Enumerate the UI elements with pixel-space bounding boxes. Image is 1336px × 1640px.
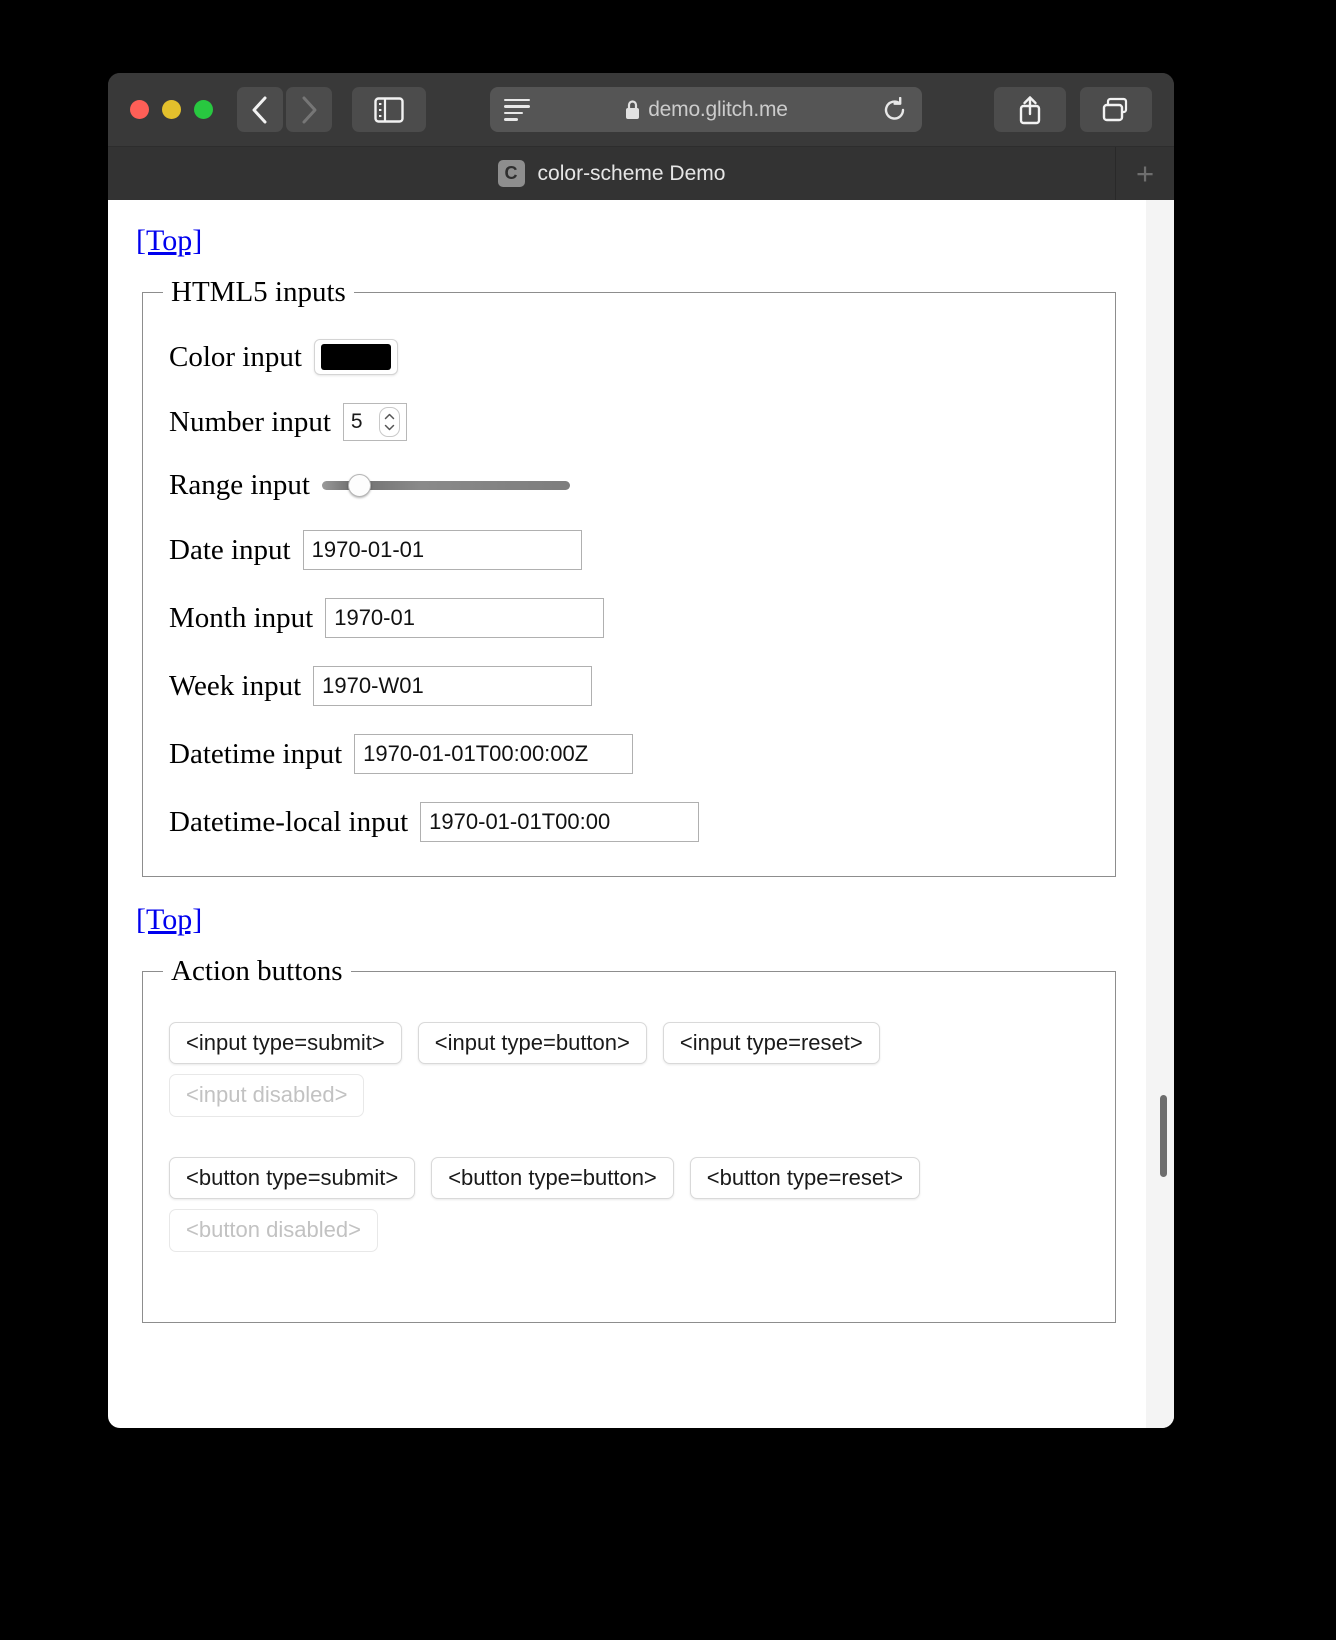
button-button-button[interactable]: <button type=button> [431, 1156, 674, 1200]
page-scrollbar-track[interactable] [1146, 200, 1174, 1428]
button-submit-button[interactable]: <button type=submit> [169, 1156, 416, 1200]
tab-color-scheme-demo[interactable]: C color-scheme Demo [108, 147, 1116, 200]
row-range-input: Range input [169, 469, 1089, 502]
new-tab-button[interactable]: + [1116, 147, 1174, 200]
number-input-value: 5 [350, 410, 363, 433]
row-color-input: Color input [169, 339, 1089, 375]
share-icon [1019, 95, 1041, 124]
row-week-input: Week input 1970-W01 [169, 666, 1089, 706]
row-datetime-input: Datetime input 1970-01-01T00:00:00Z [169, 734, 1089, 774]
label-color-input: Color input [169, 340, 302, 373]
month-input[interactable]: 1970-01 [325, 598, 605, 638]
back-button[interactable] [237, 87, 283, 132]
browser-toolbar: demo.glitch.me [108, 73, 1174, 146]
input-button-button[interactable]: <input type=button> [417, 1022, 647, 1065]
toolbar-right-buttons [994, 87, 1152, 132]
input-reset-button[interactable]: <input type=reset> [662, 1022, 880, 1065]
forward-button[interactable] [286, 87, 332, 132]
reload-icon[interactable] [882, 96, 908, 123]
label-range-input: Range input [169, 469, 310, 501]
date-input[interactable]: 1970-01-01 [302, 530, 582, 570]
address-bar[interactable]: demo.glitch.me [490, 87, 922, 132]
label-week-input: Week input [169, 669, 302, 702]
row-date-input: Date input 1970-01-01 [169, 530, 1089, 570]
button-disabled-button: <button disabled> [169, 1209, 378, 1252]
zoom-window-button[interactable] [194, 100, 213, 119]
number-spinner[interactable] [378, 407, 400, 437]
chevron-up-icon [384, 413, 395, 420]
tab-title: color-scheme Demo [537, 161, 726, 185]
page-content: [Top] HTML5 inputs Color input Number in… [108, 200, 1174, 1428]
sidebar-icon [374, 96, 404, 123]
week-input[interactable]: 1970-W01 [313, 666, 593, 706]
toggle-sidebar-button[interactable] [352, 87, 426, 132]
color-swatch [320, 344, 391, 370]
share-button[interactable] [994, 87, 1066, 132]
page-viewport: [Top] HTML5 inputs Color input Number in… [108, 200, 1174, 1428]
tab-overview-icon [1102, 97, 1128, 121]
input-buttons-row: <input type=submit> <input type=button> … [169, 1022, 1089, 1065]
datetime-local-input[interactable]: 1970-01-01T00:00 [420, 802, 700, 842]
input-submit-button[interactable]: <input type=submit> [169, 1022, 402, 1065]
address-bar-content: demo.glitch.me [530, 98, 882, 122]
chevron-left-icon [252, 96, 267, 123]
browser-window: demo.glitch.me C color-scheme Demo + [To… [108, 73, 1174, 1428]
lock-icon [626, 100, 640, 119]
button-elements-row: <button type=submit> <button type=button… [169, 1156, 1089, 1200]
button-disabled-row: <button disabled> [169, 1209, 1089, 1252]
navigation-buttons [237, 87, 332, 132]
label-number-input: Number input [169, 405, 331, 438]
html5-inputs-legend: HTML5 inputs [171, 276, 346, 308]
input-disabled-row: <input disabled> [169, 1074, 1089, 1117]
color-input[interactable] [313, 339, 398, 375]
chevron-right-icon [302, 96, 317, 123]
range-input[interactable] [321, 474, 570, 497]
action-buttons-fieldset: Action buttons <input type=submit> <inpu… [142, 955, 1116, 1323]
button-reset-button[interactable]: <button type=reset> [689, 1156, 921, 1200]
tab-bar: C color-scheme Demo + [108, 146, 1174, 200]
top-anchor-link-1[interactable]: [Top] [136, 224, 202, 258]
html5-inputs-fieldset: HTML5 inputs Color input Number input 5 [142, 276, 1116, 877]
row-month-input: Month input 1970-01 [169, 598, 1089, 638]
input-buttons-group: <input type=submit> <input type=button> … [169, 1022, 1089, 1117]
label-datetime-input: Datetime input [169, 737, 343, 770]
row-datetime-local-input: Datetime-local input 1970-01-01T00:00 [169, 802, 1089, 842]
close-window-button[interactable] [130, 100, 149, 119]
range-thumb[interactable] [347, 474, 371, 497]
html5-inputs-body: Color input Number input 5 Range input D… [143, 309, 1115, 876]
label-date-input: Date input [169, 533, 291, 566]
address-bar-url: demo.glitch.me [648, 97, 788, 121]
row-number-input: Number input 5 [169, 403, 1089, 441]
top-anchor-link-2[interactable]: [Top] [136, 903, 202, 937]
input-disabled-button: <input disabled> [169, 1074, 365, 1117]
window-traffic-lights [130, 100, 213, 119]
chevron-down-icon [384, 424, 395, 431]
button-elements-group: <button type=submit> <button type=button… [169, 1156, 1089, 1252]
datetime-input[interactable]: 1970-01-01T00:00:00Z [354, 734, 634, 774]
show-tab-overview-button[interactable] [1080, 87, 1152, 132]
reader-mode-icon[interactable] [504, 98, 530, 121]
label-month-input: Month input [169, 601, 314, 634]
number-input[interactable]: 5 [342, 403, 407, 441]
tab-favicon: C [497, 160, 525, 187]
page-scrollbar-thumb[interactable] [1160, 1095, 1167, 1177]
action-buttons-legend: Action buttons [171, 955, 343, 987]
minimize-window-button[interactable] [162, 100, 181, 119]
action-buttons-body: <input type=submit> <input type=button> … [143, 988, 1115, 1322]
label-datetime-local-input: Datetime-local input [169, 805, 409, 838]
